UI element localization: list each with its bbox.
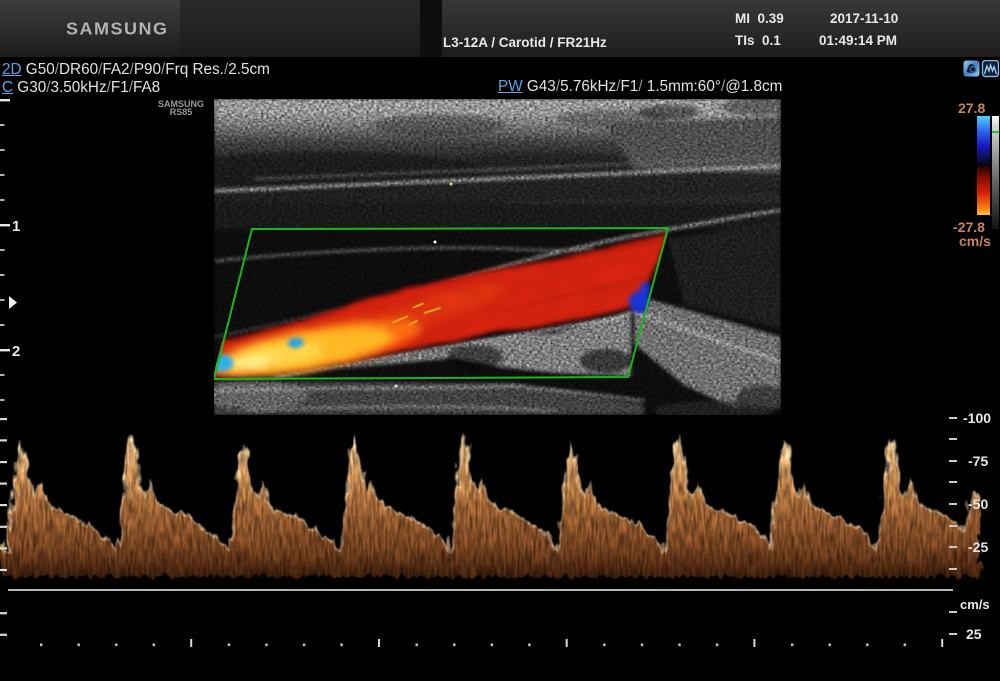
svg-text:2: 2 xyxy=(12,343,20,360)
svg-text:1: 1 xyxy=(12,218,20,235)
